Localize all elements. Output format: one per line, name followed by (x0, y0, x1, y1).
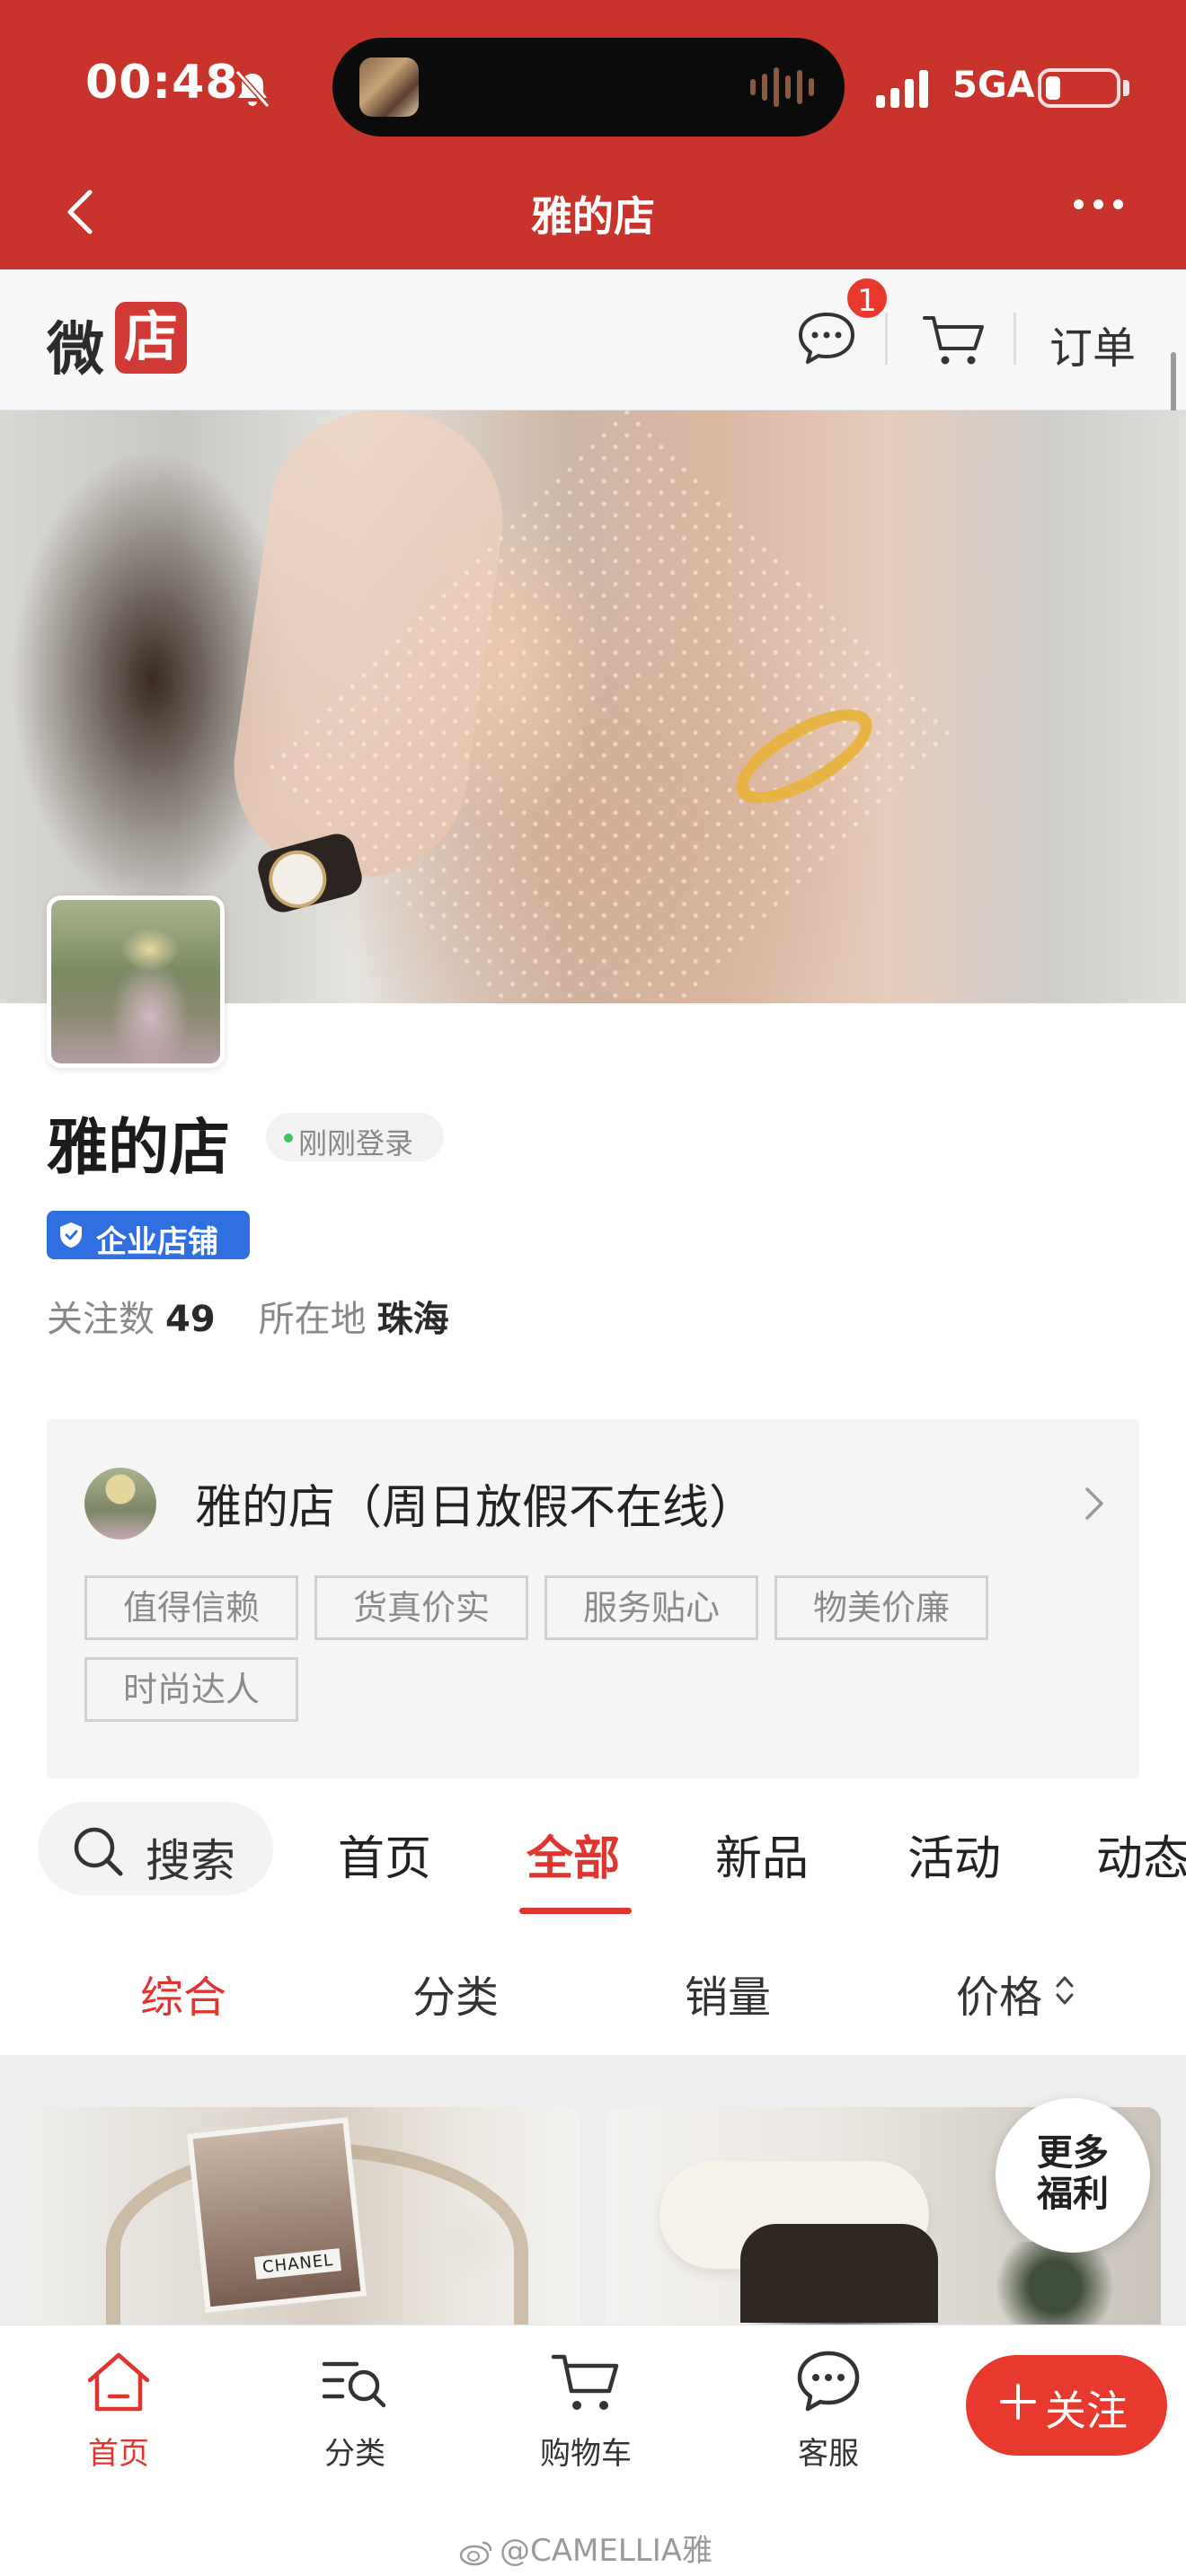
battery-tip (1123, 80, 1129, 96)
shop-card-avatar (84, 1468, 156, 1539)
tab-activity[interactable]: 活动 (907, 1821, 1001, 1888)
shop-card-title: 雅的店（周日放假不在线） (195, 1481, 757, 1535)
online-status-text: 刚刚登录 (298, 1126, 414, 1160)
enterprise-badge-label: 企业店铺 (96, 1224, 218, 1260)
followers-count: 49 (165, 1299, 216, 1340)
follow-button[interactable]: 关注 (966, 2355, 1167, 2456)
nav-category-label[interactable]: 分类 (283, 2429, 427, 2473)
product-card[interactable]: CHANEL (25, 2107, 580, 2325)
shield-icon (60, 1222, 82, 1248)
search-label: 搜索 (146, 1835, 235, 1887)
shop-tag: 值得信赖 (84, 1575, 298, 1640)
shop-info-card[interactable]: 雅的店（周日放假不在线） 值得信赖 货真价实 服务贴心 物美价廉 时尚达人 (47, 1419, 1139, 1778)
enterprise-badge: 企业店铺 (47, 1211, 250, 1260)
more-options-icon[interactable] (1074, 199, 1123, 209)
online-status-badge: 刚刚登录 (266, 1113, 444, 1161)
home-icon[interactable] (83, 2346, 155, 2418)
nav-home-label[interactable]: 首页 (47, 2429, 190, 2473)
watermark: @CAMELLIA雅 (458, 2526, 712, 2570)
weibo-icon (459, 2541, 492, 2565)
watermark-text: @CAMELLIA雅 (500, 2533, 712, 2569)
sort-arrows-icon (1056, 1976, 1074, 2005)
network-label: 5GA (952, 65, 1035, 106)
follow-label: 关注 (1045, 2386, 1128, 2435)
tab-new[interactable]: 新品 (715, 1821, 809, 1888)
shop-tag: 物美价廉 (774, 1575, 988, 1640)
toolbar-divider (885, 313, 888, 365)
page-title: 雅的店 (531, 192, 655, 241)
sort-sales[interactable]: 销量 (685, 1962, 771, 2025)
shop-name: 雅的店 (47, 1113, 231, 1184)
dynamic-island (332, 38, 845, 137)
orders-link[interactable]: 订单 (1049, 313, 1136, 375)
active-tab-indicator (519, 1908, 632, 1914)
cart-icon[interactable] (921, 313, 986, 368)
sort-category[interactable]: 分类 (412, 1962, 499, 2025)
chevron-right-icon (1085, 1487, 1103, 1520)
message-icon[interactable] (796, 310, 857, 366)
shopping-cart-icon[interactable] (550, 2346, 622, 2418)
followers-label: 关注数 (47, 1299, 155, 1340)
search-icon (74, 1827, 123, 1876)
sort-price[interactable]: 价格 (956, 1962, 1042, 2025)
message-count-badge: 1 (845, 276, 890, 321)
toolbar-divider (1013, 313, 1016, 365)
status-time: 00:48 (85, 56, 239, 110)
more-benefits-line1: 更多 (1037, 2132, 1109, 2174)
signal-icon (876, 68, 928, 108)
shop-stats: 关注数 49 所在地 珠海 (47, 1290, 449, 1342)
now-playing-thumbnail (359, 57, 419, 117)
shop-tag: 服务贴心 (544, 1575, 758, 1640)
bell-off-icon (235, 69, 270, 109)
tab-home[interactable]: 首页 (338, 1821, 431, 1888)
audio-wave-icon (750, 65, 814, 110)
weidian-logo-text: 微 (47, 317, 104, 384)
tab-moments[interactable]: 动态 (1096, 1821, 1186, 1888)
sort-comprehensive[interactable]: 综合 (140, 1962, 226, 2025)
more-benefits-line2: 福利 (1037, 2174, 1109, 2215)
online-dot-icon (284, 1134, 293, 1142)
shop-search-button[interactable]: 搜索 (38, 1802, 273, 1895)
more-benefits-button[interactable]: 更多 福利 (996, 2098, 1150, 2253)
shop-avatar[interactable] (47, 895, 225, 1068)
location-label: 所在地 (258, 1299, 367, 1340)
weidian-logo-badge: 店 (115, 302, 187, 374)
plus-icon (1000, 2384, 1036, 2420)
nav-cart-label[interactable]: 购物车 (514, 2429, 658, 2473)
nav-service-label[interactable]: 客服 (757, 2429, 900, 2473)
category-search-icon[interactable] (319, 2346, 391, 2418)
battery-icon (1038, 68, 1120, 108)
shop-tag: 时尚达人 (84, 1657, 298, 1722)
shop-tag: 货真价实 (314, 1575, 528, 1640)
tab-all[interactable]: 全部 (527, 1821, 620, 1888)
location-value: 珠海 (376, 1299, 449, 1340)
customer-service-icon[interactable] (792, 2346, 864, 2418)
